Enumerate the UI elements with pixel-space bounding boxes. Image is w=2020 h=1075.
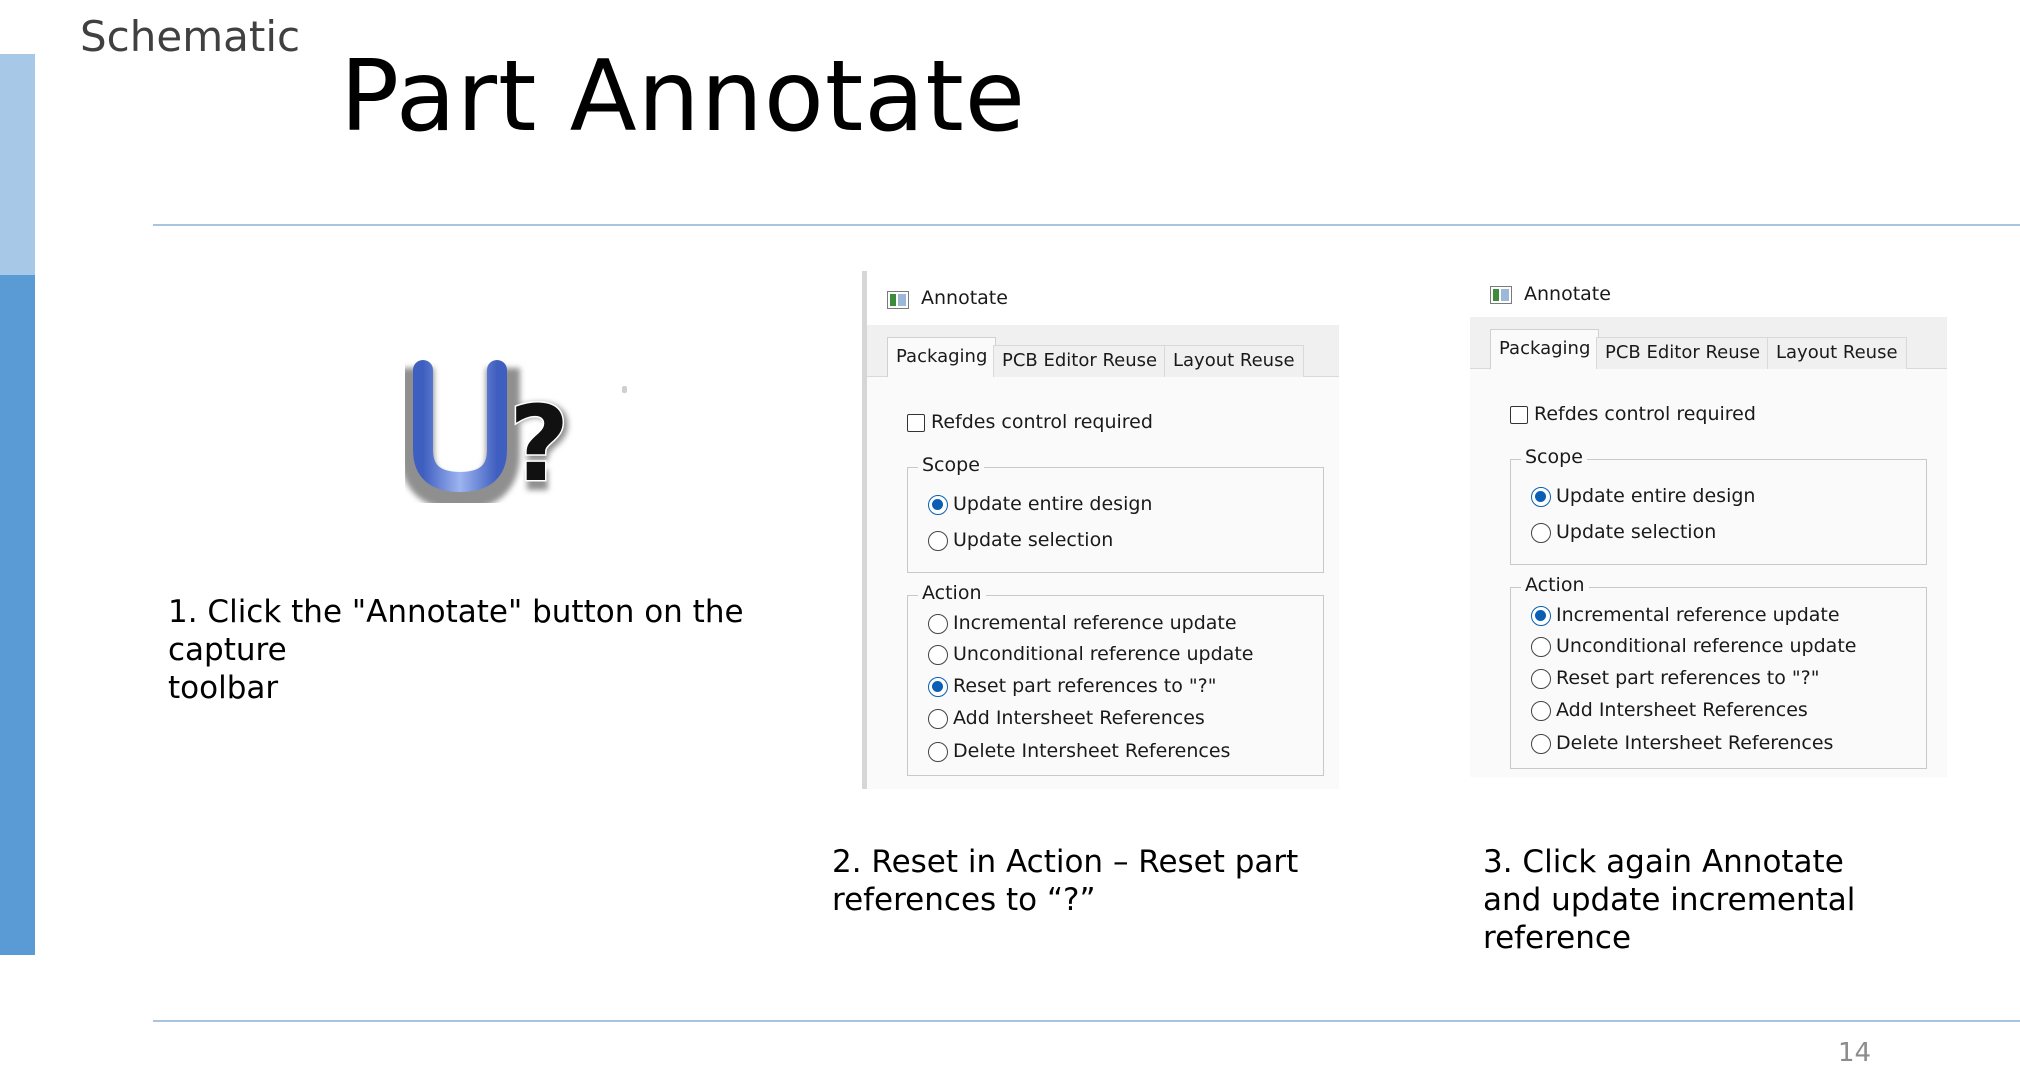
radio-add-intersheet-references[interactable]: Add Intersheet References <box>928 707 1205 729</box>
radio-label: Incremental reference update <box>1556 604 1840 626</box>
radio-label: Unconditional reference update <box>953 643 1254 665</box>
radio-update-selection[interactable]: Update selection <box>928 529 1113 551</box>
tab-pcb-editor-reuse[interactable]: PCB Editor Reuse <box>1596 337 1770 369</box>
app-window-icon <box>887 291 909 309</box>
radio-icon[interactable] <box>1531 700 1551 721</box>
radio-icon[interactable] <box>928 530 948 551</box>
radio-delete-intersheet-references[interactable]: Delete Intersheet References <box>1531 732 1833 754</box>
radio-label: Update entire design <box>953 493 1153 515</box>
dialog-titlebar: Annotate <box>1470 271 1947 317</box>
action-group: Action Incremental reference update Unco… <box>1510 574 1927 769</box>
radio-label: Reset part references to "?" <box>953 675 1217 697</box>
radio-label: Add Intersheet References <box>953 707 1205 729</box>
radio-delete-intersheet-references[interactable]: Delete Intersheet References <box>928 740 1230 762</box>
radio-selected-icon[interactable] <box>1531 605 1551 626</box>
radio-unconditional-reference-update[interactable]: Unconditional reference update <box>1531 635 1856 657</box>
stray-mark <box>622 386 627 393</box>
radio-reset-part-references[interactable]: Reset part references to "?" <box>928 675 1216 697</box>
radio-label: Update selection <box>1556 521 1717 543</box>
tab-packaging[interactable]: Packaging <box>887 337 997 377</box>
radio-label: Reset part references to "?" <box>1556 667 1820 689</box>
radio-incremental-reference-update[interactable]: Incremental reference update <box>928 612 1237 634</box>
action-legend: Action <box>1521 574 1589 596</box>
tab-strip: Packaging PCB Editor Reuse Layout Reuse <box>1490 329 1947 369</box>
radio-icon[interactable] <box>1531 636 1551 657</box>
checkbox-box[interactable] <box>1510 405 1528 424</box>
page-number: 14 <box>1838 1038 1872 1068</box>
checkbox-label: Refdes control required <box>1534 403 1756 425</box>
annotate-toolbar-icon: ? ? <box>405 360 575 503</box>
step-1-line-1: 1. Click the "Annotate" button on the ca… <box>168 594 744 668</box>
dialog-titlebar: Annotate <box>867 271 1339 325</box>
radio-update-entire-design[interactable]: Update entire design <box>928 493 1152 515</box>
radio-icon[interactable] <box>1531 668 1551 689</box>
dialog-title: Annotate <box>1524 283 1611 305</box>
radio-icon[interactable] <box>928 644 948 665</box>
radio-label: Delete Intersheet References <box>953 740 1231 762</box>
step-2-caption: 2. Reset in Action – Reset part referenc… <box>832 843 1392 919</box>
action-group: Action Incremental reference update Unco… <box>907 582 1324 776</box>
step-3-line-1: 3. Click again Annotate <box>1483 844 1844 880</box>
radio-icon[interactable] <box>928 741 948 762</box>
radio-icon[interactable] <box>928 613 948 634</box>
step-2-line-1: 2. Reset in Action – Reset part <box>832 844 1299 880</box>
tab-pcb-editor-reuse[interactable]: PCB Editor Reuse <box>993 345 1167 377</box>
top-divider <box>153 224 2020 226</box>
checkbox-box[interactable] <box>907 413 925 432</box>
radio-update-selection[interactable]: Update selection <box>1531 521 1716 543</box>
radio-incremental-reference-update[interactable]: Incremental reference update <box>1531 604 1840 626</box>
checkbox-label: Refdes control required <box>931 411 1153 433</box>
annotate-dialog-reset: Annotate Packaging PCB Editor Reuse Layo… <box>862 271 1339 789</box>
radio-label: Delete Intersheet References <box>1556 732 1834 754</box>
annotate-dialog-incremental: Annotate Packaging PCB Editor Reuse Layo… <box>1470 271 1947 777</box>
radio-label: Incremental reference update <box>953 612 1237 634</box>
radio-selected-icon[interactable] <box>928 676 948 697</box>
svg-text:?: ? <box>509 383 569 503</box>
scope-group: Scope Update entire design Update select… <box>1510 446 1927 565</box>
tab-packaging[interactable]: Packaging <box>1490 329 1600 369</box>
bottom-divider <box>153 1020 2020 1022</box>
scope-legend: Scope <box>1521 446 1587 468</box>
radio-label: Update entire design <box>1556 485 1756 507</box>
radio-selected-icon[interactable] <box>928 494 948 515</box>
tab-strip: Packaging PCB Editor Reuse Layout Reuse <box>887 337 1339 377</box>
refdes-control-checkbox[interactable]: Refdes control required <box>1510 403 1756 425</box>
radio-reset-part-references[interactable]: Reset part references to "?" <box>1531 667 1819 689</box>
step-2-line-2: references to “?” <box>832 882 1096 918</box>
tab-layout-reuse[interactable]: Layout Reuse <box>1164 345 1304 377</box>
radio-add-intersheet-references[interactable]: Add Intersheet References <box>1531 699 1808 721</box>
slide-title: Part Annotate <box>340 40 1027 154</box>
radio-unconditional-reference-update[interactable]: Unconditional reference update <box>928 643 1253 665</box>
step-3-caption: 3. Click again Annotate and update incre… <box>1483 843 2003 957</box>
radio-label: Unconditional reference update <box>1556 635 1857 657</box>
step-1-line-2: toolbar <box>168 670 279 706</box>
action-legend: Action <box>918 582 986 604</box>
refdes-control-checkbox[interactable]: Refdes control required <box>907 411 1153 433</box>
radio-icon[interactable] <box>1531 733 1551 754</box>
tab-layout-reuse[interactable]: Layout Reuse <box>1767 337 1907 369</box>
radio-icon[interactable] <box>928 708 948 729</box>
radio-icon[interactable] <box>1531 522 1551 543</box>
scope-legend: Scope <box>918 454 984 476</box>
dialog-title: Annotate <box>921 287 1008 309</box>
radio-label: Add Intersheet References <box>1556 699 1808 721</box>
radio-update-entire-design[interactable]: Update entire design <box>1531 485 1755 507</box>
app-window-icon <box>1490 286 1512 304</box>
radio-label: Update selection <box>953 529 1114 551</box>
section-label: Schematic <box>80 12 301 61</box>
radio-selected-icon[interactable] <box>1531 486 1551 507</box>
accent-bar-light <box>0 54 35 275</box>
slide: Schematic Part Annotate ? ? 1. Click the… <box>0 0 2020 1075</box>
step-1-caption: 1. Click the "Annotate" button on the ca… <box>168 593 828 707</box>
step-3-line-2: and update incremental reference <box>1483 882 1856 956</box>
scope-group: Scope Update entire design Update select… <box>907 454 1324 573</box>
accent-bar <box>0 275 35 955</box>
